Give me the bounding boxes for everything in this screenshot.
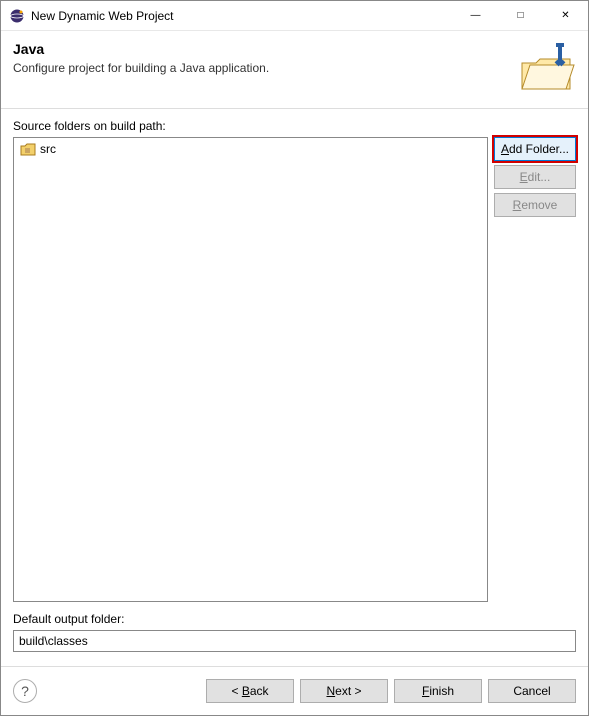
source-folders-label: Source folders on build path: [13,119,576,133]
folder-banner-icon [516,41,576,96]
titlebar: New Dynamic Web Project — □ ✕ [1,1,588,31]
window-title: New Dynamic Web Project [31,9,453,23]
finish-button[interactable]: Finish [394,679,482,703]
next-button[interactable]: Next > [300,679,388,703]
help-button[interactable]: ? [13,679,37,703]
banner-heading: Java [13,41,508,57]
source-folder-name: src [40,142,56,156]
package-folder-icon [20,142,36,156]
maximize-button[interactable]: □ [498,1,543,30]
wizard-banner: Java Configure project for building a Ja… [1,31,588,109]
help-icon: ? [21,683,29,699]
banner-subheading: Configure project for building a Java ap… [13,61,508,75]
output-folder-label: Default output folder: [13,612,576,626]
content-area: Source folders on build path: src Add Fo… [1,109,588,666]
wizard-footer: ? < Back Next > Finish Cancel [1,666,588,715]
add-folder-button[interactable]: Add Folder... [494,137,576,161]
source-folders-list[interactable]: src [13,137,488,602]
back-button[interactable]: < Back [206,679,294,703]
output-folder-input[interactable] [13,630,576,652]
eclipse-icon [9,8,25,24]
minimize-button[interactable]: — [453,1,498,30]
cancel-button[interactable]: Cancel [488,679,576,703]
edit-button: Edit... [494,165,576,189]
remove-button: Remove [494,193,576,217]
close-button[interactable]: ✕ [543,1,588,30]
source-folder-item[interactable]: src [16,140,485,158]
